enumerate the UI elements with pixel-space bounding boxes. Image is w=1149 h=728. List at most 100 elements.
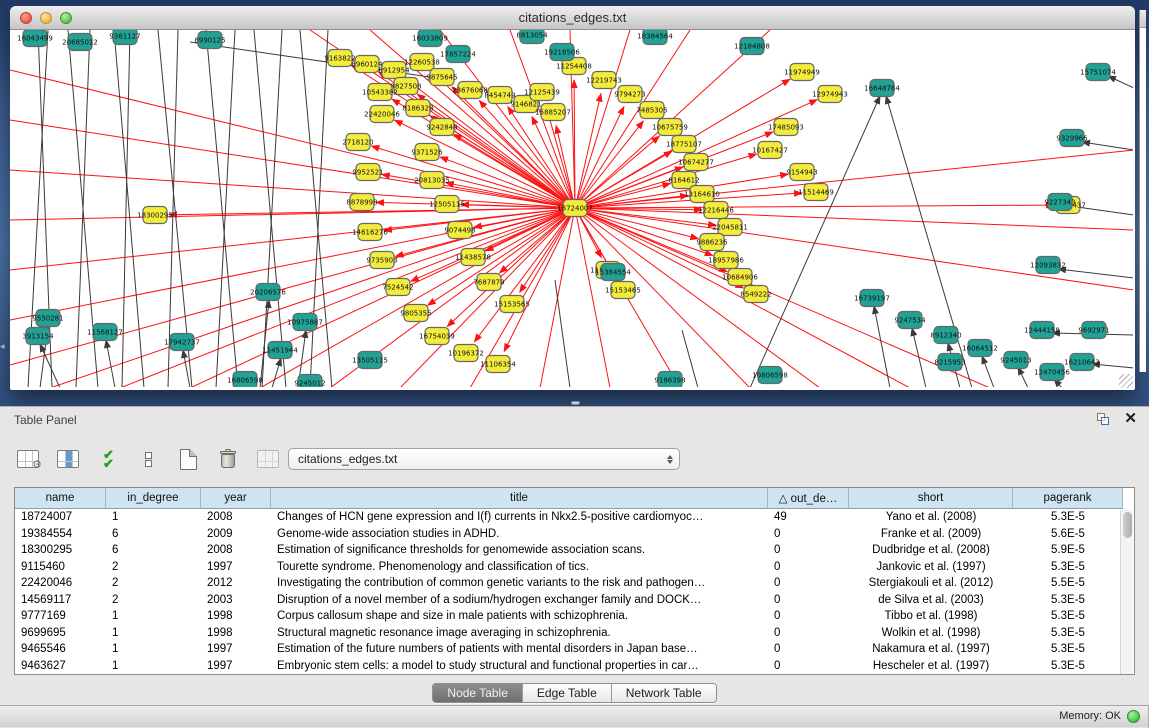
table-cell: 0 [768, 608, 849, 625]
table-row[interactable]: 1830029562008Estimation of significance … [15, 542, 1134, 559]
tab-node-table[interactable]: Node Table [433, 684, 522, 702]
gear-icon: ⚙ [32, 458, 42, 471]
select-all-icon[interactable]: ✔✔ [94, 446, 122, 472]
graph-node-label: 11106354 [480, 361, 516, 369]
table-row[interactable]: 1938455462009Genome-wide association stu… [15, 526, 1134, 543]
graph-node-label: 10675759 [652, 124, 688, 132]
table-cell: 9463627 [15, 658, 106, 675]
window-resize-grip[interactable] [1119, 374, 1133, 388]
table-scrollbar[interactable] [1120, 510, 1133, 674]
graph-node-label: 11568127 [87, 329, 123, 337]
graph-node-label: 20685012 [62, 39, 98, 47]
table-cell: 1998 [201, 608, 271, 625]
table-cell: 1997 [201, 641, 271, 658]
column-header-5[interactable]: short [849, 488, 1013, 509]
delete-column-icon[interactable] [214, 446, 242, 472]
graph-node-label: 16210643 [1064, 359, 1100, 367]
graph-node-label: 11438578 [455, 254, 491, 262]
dropdown-stepper-icon [661, 455, 679, 464]
show-columns-icon[interactable] [54, 446, 82, 472]
graph-edge [106, 340, 115, 387]
graph-node-label: 9692971 [1078, 327, 1109, 335]
table-cell: 5.6E-5 [1013, 526, 1123, 543]
zoom-window-button[interactable] [60, 12, 72, 24]
table-cell: 2003 [201, 592, 271, 609]
graph-node-label: 16648784 [864, 85, 900, 93]
column-header-6[interactable]: pagerank [1013, 488, 1123, 509]
clear-selection-icon[interactable] [134, 446, 162, 472]
column-header-4[interactable]: △ out_de… [768, 488, 849, 509]
close-panel-icon[interactable]: ✕ [1124, 412, 1137, 426]
table-header-row: namein_degreeyeartitle△ out_de…shortpage… [15, 488, 1134, 509]
table-cell: 9465546 [15, 641, 106, 658]
table-row[interactable]: 969969511998Structural magnetic resonanc… [15, 625, 1134, 642]
graph-edge [575, 208, 610, 387]
graph-edge [575, 208, 1133, 290]
graph-node-label: 8990125 [194, 37, 225, 45]
graph-node-label: 11254408 [556, 63, 592, 71]
column-header-1[interactable]: in_degree [106, 488, 201, 509]
table-cell: 6 [106, 542, 201, 559]
graph-node-label: 12216446 [698, 207, 734, 215]
column-header-0[interactable]: name [15, 488, 106, 509]
scrollbar-thumb[interactable] [1123, 512, 1132, 538]
table-cell: Tourette syndrome. Phenomenology and cla… [271, 559, 768, 576]
float-panel-icon[interactable] [1096, 412, 1110, 426]
graph-edge [1082, 142, 1133, 150]
table-cell: Stergiakouli et al. (2012) [849, 575, 1013, 592]
sidebar-collapse-arrow[interactable]: ◂ [0, 342, 5, 351]
graph-node-label: 9329966 [1056, 135, 1088, 143]
graph-node-label: 14616276 [352, 229, 388, 237]
close-window-button[interactable] [20, 12, 32, 24]
table-mode-icon[interactable]: ⚙ [14, 446, 42, 472]
graph-node-label: 18775107 [666, 141, 702, 149]
table-cell: Tibbo et al. (1998) [849, 608, 1013, 625]
graph-node-label: 3913154 [22, 333, 54, 341]
table-cell: 1 [106, 658, 201, 675]
table-cell: 5.3E-5 [1013, 509, 1123, 526]
table-cell: 18300295 [15, 542, 106, 559]
table-toolbar: ⚙ ✔✔ f(x) [14, 443, 322, 475]
table-cell: 2012 [201, 575, 271, 592]
table-cell: 0 [768, 542, 849, 559]
network-view-window: citations_edges.txt 18724007916382289601… [10, 6, 1135, 390]
table-cell: 5.5E-5 [1013, 575, 1123, 592]
network-window-titlebar[interactable]: citations_edges.txt [10, 6, 1135, 30]
table-cell: 9777169 [15, 608, 106, 625]
background-window-titlebar [1140, 10, 1146, 28]
graph-node-label: 12260538 [404, 59, 440, 67]
tab-network-table[interactable]: Network Table [611, 684, 716, 702]
table-cell: 5.3E-5 [1013, 559, 1123, 576]
table-cell: 0 [768, 559, 849, 576]
table-cell: Structural magnetic resonance image aver… [271, 625, 768, 642]
network-canvas[interactable]: 1872400791638228960124891295412260538982… [10, 30, 1133, 387]
graph-edge [260, 300, 269, 387]
minimize-window-button[interactable] [40, 12, 52, 24]
graph-node-label: 8912340 [930, 332, 961, 340]
table-row[interactable]: 1872400712008Changes of HCN gene express… [15, 509, 1134, 526]
graph-node-label: 13164610 [684, 191, 720, 199]
tab-edge-table[interactable]: Edge Table [522, 684, 611, 702]
table-cell: 0 [768, 592, 849, 609]
new-column-icon[interactable] [174, 446, 202, 472]
table-row[interactable]: 977716911998Corpus callosum shape and si… [15, 608, 1134, 625]
graph-node-label: 10543382 [362, 89, 398, 97]
graph-node-label: 9074498 [444, 227, 475, 235]
table-cell: 22420046 [15, 575, 106, 592]
table-row[interactable]: 946554611997Estimation of the future num… [15, 641, 1134, 658]
table-cell: 1 [106, 625, 201, 642]
table-row[interactable]: 2242004622012Investigating the contribut… [15, 575, 1134, 592]
attribute-table: namein_degreeyeartitle△ out_de…shortpage… [14, 487, 1135, 675]
table-cell: 18724007 [15, 509, 106, 526]
column-header-3[interactable]: title [271, 488, 768, 509]
table-cell: 2 [106, 575, 201, 592]
table-cell: Changes of HCN gene expression and I(f) … [271, 509, 768, 526]
graph-edge [504, 208, 575, 351]
column-header-2[interactable]: year [201, 488, 271, 509]
table-row[interactable]: 946362711997Embryonic stem cells: a mode… [15, 658, 1134, 675]
table-row[interactable]: 911546021997Tourette syndrome. Phenomeno… [15, 559, 1134, 576]
graph-node-label: 8813054 [516, 32, 548, 40]
status-bar: Memory: OK [0, 705, 1149, 727]
table-row[interactable]: 1456911722003Disruption of a novel membe… [15, 592, 1134, 609]
table-selector-dropdown[interactable]: citations_edges.txt [288, 448, 680, 470]
